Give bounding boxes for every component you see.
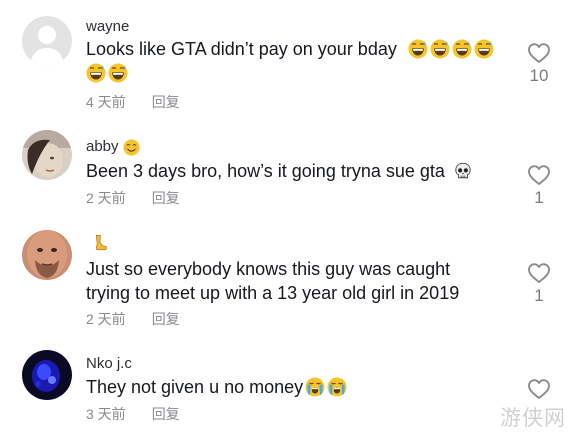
crying-face-emoji-icon <box>327 377 347 397</box>
avatar[interactable] <box>22 16 72 66</box>
comment-time: 4 天前 <box>86 94 126 110</box>
reply-button[interactable]: 回复 <box>152 310 180 328</box>
comment-username[interactable]: abby <box>86 138 140 156</box>
comment-item: Just so everybody knows this guy was cau… <box>0 224 584 342</box>
comment-item: Nko j.c They not given u no money 3 天前 回… <box>0 342 584 448</box>
default-avatar-icon <box>22 16 72 66</box>
like-button[interactable]: 1 <box>520 262 558 306</box>
comment-text: Just so everybody knows this guy was cau… <box>86 259 460 303</box>
comment-time: 2 天前 <box>86 311 126 327</box>
skull-emoji-icon <box>454 162 472 180</box>
heart-icon <box>527 42 551 64</box>
comment-username[interactable] <box>86 234 108 252</box>
comment-meta: 2 天前 回复 <box>86 189 180 207</box>
like-button[interactable] <box>520 378 558 402</box>
heart-icon <box>527 262 551 284</box>
grinning-sweat-emoji-icon <box>452 39 472 59</box>
photo-avatar-icon <box>22 350 72 400</box>
reply-button[interactable]: 回复 <box>152 405 180 423</box>
comment-username[interactable]: Nko j.c <box>86 355 132 373</box>
comment-meta: 4 天前 回复 <box>86 93 180 111</box>
smiling-face-emoji-icon <box>123 139 140 156</box>
avatar[interactable] <box>22 350 72 400</box>
comment-item: abby Been 3 days bro, how’s it going try… <box>0 112 584 224</box>
photo-avatar-icon <box>22 230 72 280</box>
heart-icon <box>527 164 551 186</box>
comment-meta: 3 天前 回复 <box>86 405 180 423</box>
reply-button[interactable]: 回复 <box>152 189 180 207</box>
comment-text: Looks like GTA didn’t pay on your bday <box>86 37 516 85</box>
reply-button[interactable]: 回复 <box>152 93 180 111</box>
comment-item: wayne Looks like GTA didn’t pay on your … <box>0 0 584 112</box>
comment-meta: 2 天前 回复 <box>86 310 180 328</box>
comment-text: They not given u no money <box>86 375 516 399</box>
comment-text: Been 3 days bro, how’s it going tryna su… <box>86 159 516 183</box>
like-button[interactable]: 1 <box>520 164 558 208</box>
comment-time: 2 天前 <box>86 190 126 206</box>
like-button[interactable]: 10 <box>520 42 558 86</box>
grinning-sweat-emoji-icon <box>408 39 428 59</box>
avatar[interactable] <box>22 130 72 180</box>
like-count: 10 <box>529 66 549 85</box>
grinning-sweat-emoji-icon <box>108 63 128 83</box>
comment-username[interactable]: wayne <box>86 18 129 36</box>
crying-face-emoji-icon <box>305 377 325 397</box>
like-count: 1 <box>534 188 544 207</box>
heart-icon <box>527 378 551 400</box>
watermark: 游侠网 <box>500 406 566 430</box>
photo-avatar-icon <box>22 130 72 180</box>
comment-time: 3 天前 <box>86 406 126 422</box>
grinning-sweat-emoji-icon <box>430 39 450 59</box>
avatar[interactable] <box>22 230 72 280</box>
like-count: 1 <box>534 286 544 305</box>
grinning-sweat-emoji-icon <box>474 39 494 59</box>
grinning-sweat-emoji-icon <box>86 63 106 83</box>
leg-emoji-icon <box>90 234 108 252</box>
